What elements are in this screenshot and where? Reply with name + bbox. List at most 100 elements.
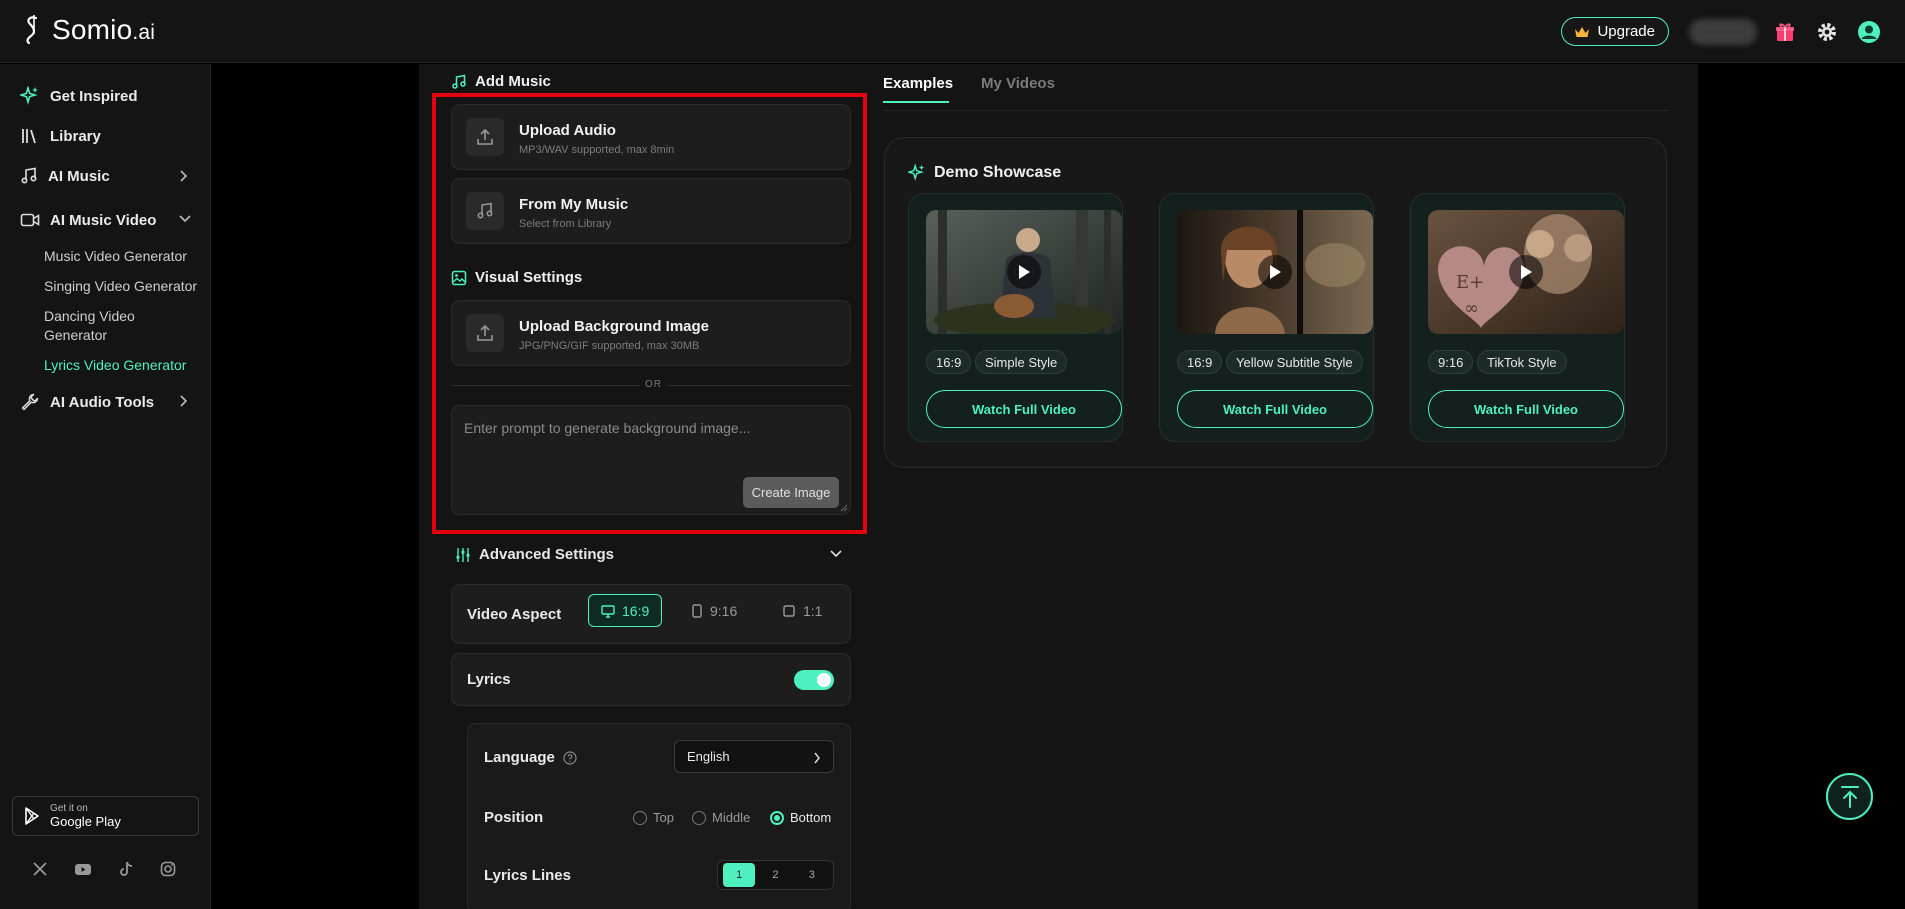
aspect-option-9-16[interactable]: 9:16 (691, 594, 737, 627)
add-music-title: Add Music (451, 73, 551, 90)
sidebar: Get Inspired Library AI Music AI Music V… (0, 64, 211, 909)
crown-icon (1575, 26, 1590, 37)
video-thumbnail[interactable]: E+ ∞ (1428, 210, 1624, 334)
sidebar-item-label: Get Inspired (50, 87, 138, 105)
google-play-icon (25, 807, 39, 825)
back-to-top-button[interactable] (1826, 773, 1873, 820)
username-blurred[interactable] (1689, 18, 1757, 45)
sidebar-item-library[interactable]: Library (20, 126, 101, 146)
style-tag: Yellow Subtitle Style (1226, 350, 1363, 374)
lyrics-label: Lyrics (467, 671, 511, 688)
google-play-badge[interactable]: Get it on Google Play (12, 796, 199, 836)
watch-full-video-button[interactable]: Watch Full Video (926, 390, 1122, 428)
sparkle-icon (20, 86, 38, 105)
social-links (32, 861, 176, 877)
watch-full-video-button[interactable]: Watch Full Video (1177, 390, 1373, 428)
user-avatar-icon[interactable] (1855, 18, 1883, 46)
watch-full-video-button[interactable]: Watch Full Video (1428, 390, 1624, 428)
ratio-tag: 16:9 (1177, 350, 1223, 374)
lyrics-lines-label: Lyrics Lines (484, 867, 571, 884)
upgrade-button[interactable]: Upgrade (1561, 17, 1669, 46)
tab-active-indicator (883, 101, 949, 103)
svg-text:∞: ∞ (1464, 298, 1479, 319)
position-radio-top[interactable]: Top (633, 810, 674, 825)
chevron-right-icon (180, 395, 188, 407)
square-icon (783, 604, 795, 617)
aspect-option-16-9[interactable]: 16:9 (588, 594, 663, 627)
sidebar-subitem-lyrics-video-generator[interactable]: Lyrics Video Generator (44, 356, 186, 375)
aspect-option-1-1[interactable]: 1:1 (782, 594, 822, 627)
music-note-icon (21, 167, 37, 184)
lines-option-1[interactable]: 1 (723, 863, 756, 887)
chevron-down-icon[interactable] (829, 548, 843, 560)
lines-option-2[interactable]: 2 (759, 863, 791, 887)
chevron-right-icon (814, 752, 820, 764)
sidebar-item-label: Library (50, 127, 101, 145)
video-thumbnail[interactable] (926, 210, 1122, 334)
position-radio-middle[interactable]: Middle (692, 810, 750, 825)
youtube-icon[interactable] (74, 861, 92, 877)
video-thumbnail[interactable] (1177, 210, 1373, 334)
sidebar-item-ai-music[interactable]: AI Music (20, 167, 188, 185)
language-select[interactable]: English (674, 740, 834, 773)
lyrics-row: Lyrics (451, 653, 851, 706)
lyrics-settings-panel: Language English Position Top Middle Bot… (467, 723, 851, 909)
sidebar-item-get-inspired[interactable]: Get Inspired (20, 86, 138, 106)
help-icon[interactable] (563, 750, 577, 765)
monitor-icon (601, 604, 615, 618)
chevron-down-icon (179, 215, 191, 223)
sidebar-subitem-singing-video-generator[interactable]: Singing Video Generator (44, 277, 197, 296)
lyrics-lines-selector: 1 2 3 (717, 860, 834, 890)
sparkle-icon (908, 164, 925, 181)
tab-my-videos[interactable]: My Videos (981, 75, 1055, 92)
ratio-tag: 16:9 (926, 350, 972, 374)
video-aspect-label: Video Aspect (467, 606, 562, 623)
google-play-small: Get it on (50, 803, 88, 814)
arrow-up-icon (1840, 785, 1859, 808)
gift-icon[interactable] (1771, 18, 1799, 46)
lyrics-toggle[interactable] (794, 670, 834, 690)
demo-card-2: 16:9 Yellow Subtitle Style Watch Full Vi… (1159, 193, 1374, 442)
lines-option-3[interactable]: 3 (796, 863, 828, 887)
chevron-right-icon (180, 170, 188, 182)
google-play-big: Google Play (50, 814, 121, 829)
style-tag: Simple Style (975, 350, 1068, 374)
highlight-box (432, 93, 867, 534)
video-camera-icon (20, 213, 40, 227)
gear-icon[interactable] (1813, 18, 1841, 46)
style-tag: TikTok Style (1477, 350, 1567, 374)
demo-card-1: 16:9 Simple Style Watch Full Video (908, 193, 1123, 442)
play-icon[interactable] (1007, 255, 1041, 289)
position-radio-bottom[interactable]: Bottom (770, 810, 831, 825)
tab-examples[interactable]: Examples (883, 75, 953, 92)
phone-icon (692, 603, 702, 618)
x-icon[interactable] (32, 861, 48, 877)
logo[interactable]: Somio.ai (22, 14, 155, 46)
tiktok-icon[interactable] (118, 861, 134, 877)
advanced-settings-title[interactable]: Advanced Settings (455, 546, 614, 563)
music-note-icon (452, 74, 466, 89)
sidebar-subitem-dancing-video-generator[interactable]: Dancing Video Generator (44, 307, 164, 345)
demo-showcase-title: Demo Showcase (908, 164, 1061, 182)
sidebar-subitem-music-video-generator[interactable]: Music Video Generator (44, 247, 187, 266)
instagram-icon[interactable] (160, 861, 176, 877)
sidebar-item-ai-music-video[interactable]: AI Music Video (20, 211, 191, 229)
wrench-icon (21, 393, 39, 411)
logo-mark-icon (26, 15, 38, 45)
sidebar-item-label: AI Music (48, 167, 110, 185)
svg-text:E+: E+ (1456, 272, 1484, 293)
language-label: Language (484, 749, 577, 766)
logo-text: Somio.ai (52, 14, 156, 45)
ratio-tag: 9:16 (1428, 350, 1474, 374)
demo-card-3: E+ ∞ 9:16 TikTok Style Watch Full Video (1410, 193, 1625, 442)
library-icon (22, 129, 36, 144)
play-icon[interactable] (1509, 255, 1543, 289)
sidebar-item-label: AI Music Video (50, 211, 157, 229)
sidebar-item-ai-audio-tools[interactable]: AI Audio Tools (20, 392, 188, 412)
top-header: Somio.ai Upgrade (0, 0, 1905, 63)
sidebar-item-label: AI Audio Tools (50, 393, 155, 411)
position-label: Position (484, 809, 544, 826)
play-icon[interactable] (1258, 255, 1292, 289)
upgrade-label: Upgrade (1597, 23, 1655, 40)
tab-divider (883, 110, 1669, 111)
